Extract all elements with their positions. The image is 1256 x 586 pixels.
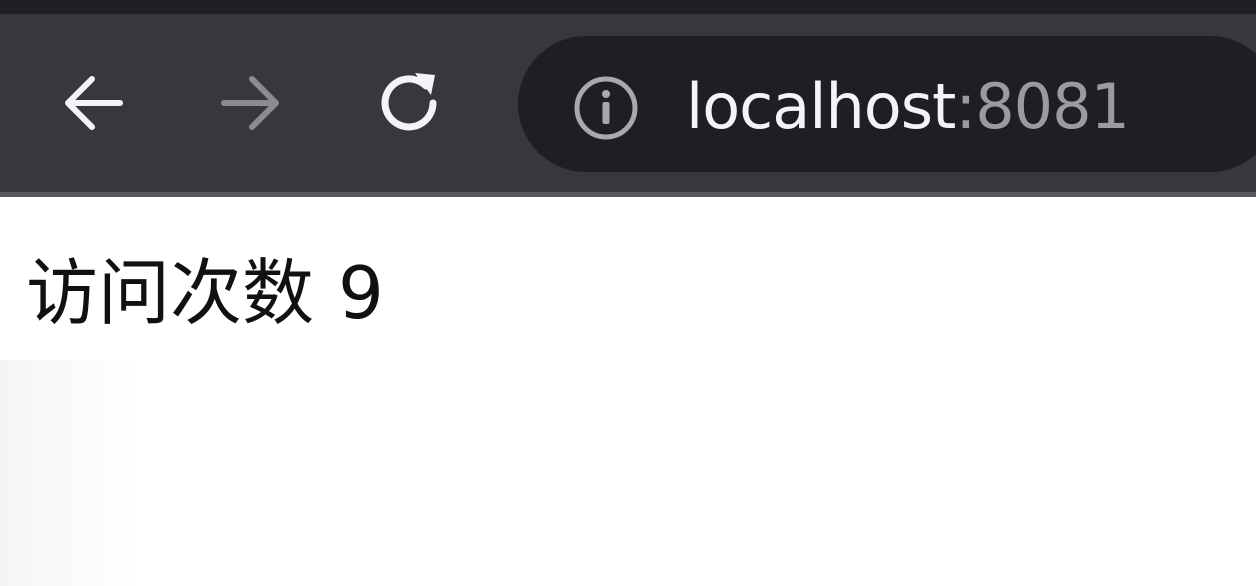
toolbar-divider bbox=[0, 192, 1256, 197]
visit-count-label: 访问次数 bbox=[26, 251, 315, 335]
back-button[interactable] bbox=[48, 58, 138, 148]
arrow-left-icon bbox=[65, 76, 123, 130]
url-host: localhost bbox=[686, 70, 956, 143]
page-shadow bbox=[0, 360, 140, 586]
arrow-right-icon bbox=[221, 76, 279, 130]
info-circle-icon[interactable] bbox=[572, 74, 640, 142]
forward-button[interactable] bbox=[206, 58, 296, 148]
visit-counter: 访问次数 9 bbox=[26, 248, 384, 338]
reload-button[interactable] bbox=[364, 58, 454, 148]
window-top-strip bbox=[0, 0, 1256, 14]
url-port: :8081 bbox=[955, 70, 1130, 143]
visit-count-value: 9 bbox=[338, 251, 384, 335]
reload-icon bbox=[381, 73, 437, 131]
url-display[interactable]: localhost:8081 bbox=[686, 62, 1130, 152]
